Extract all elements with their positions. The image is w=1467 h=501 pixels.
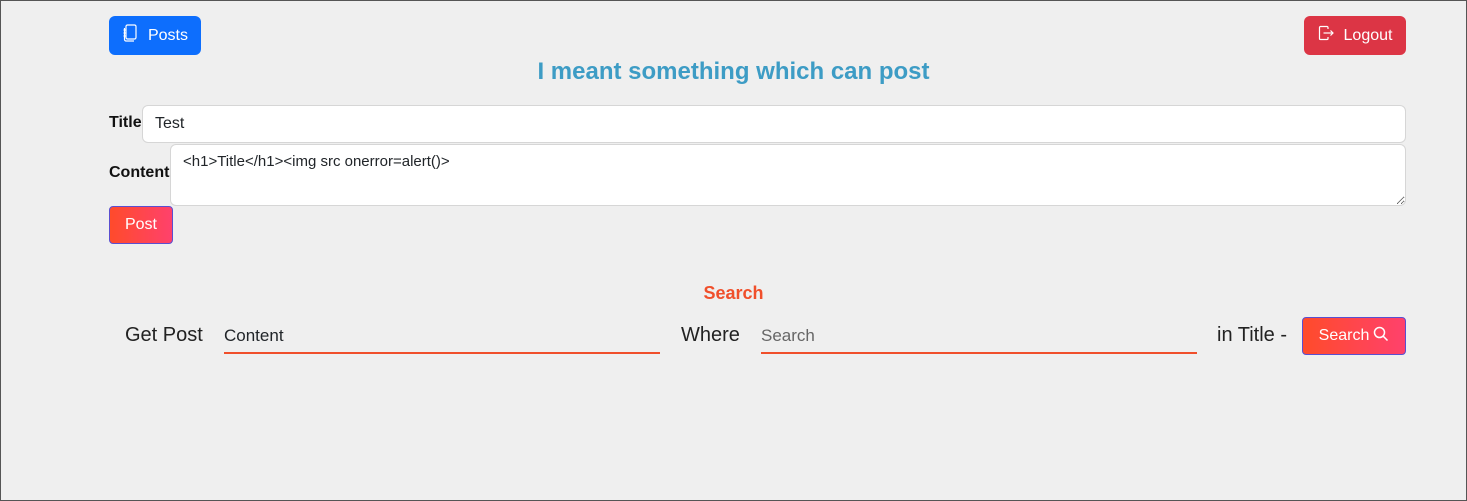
page-heading: I meant something which can post — [537, 58, 930, 85]
search-field-input[interactable] — [224, 319, 660, 354]
where-text: Where — [681, 324, 740, 346]
search-icon — [1373, 326, 1389, 347]
title-input[interactable] — [142, 105, 1406, 143]
logout-button[interactable]: Logout — [1304, 16, 1406, 55]
logout-button-label: Logout — [1343, 26, 1393, 44]
search-button[interactable]: Search — [1302, 317, 1406, 355]
search-query-input[interactable] — [761, 319, 1197, 354]
title-label: Title — [109, 114, 142, 131]
posts-button-label: Posts — [147, 26, 188, 44]
content-textarea[interactable]: <h1>Title</h1><img src onerror=alert()> — [170, 144, 1406, 206]
search-section-title: Search — [703, 283, 764, 303]
get-post-text: Get Post — [125, 324, 203, 346]
box-arrow-right-icon — [1318, 24, 1334, 47]
content-label: Content — [109, 164, 170, 181]
in-title-text: in Title - — [1217, 324, 1288, 346]
search-button-label: Search — [1318, 327, 1370, 344]
journals-icon — [122, 24, 138, 47]
post-button[interactable]: Post — [109, 206, 173, 244]
posts-button[interactable]: Posts — [109, 16, 201, 55]
